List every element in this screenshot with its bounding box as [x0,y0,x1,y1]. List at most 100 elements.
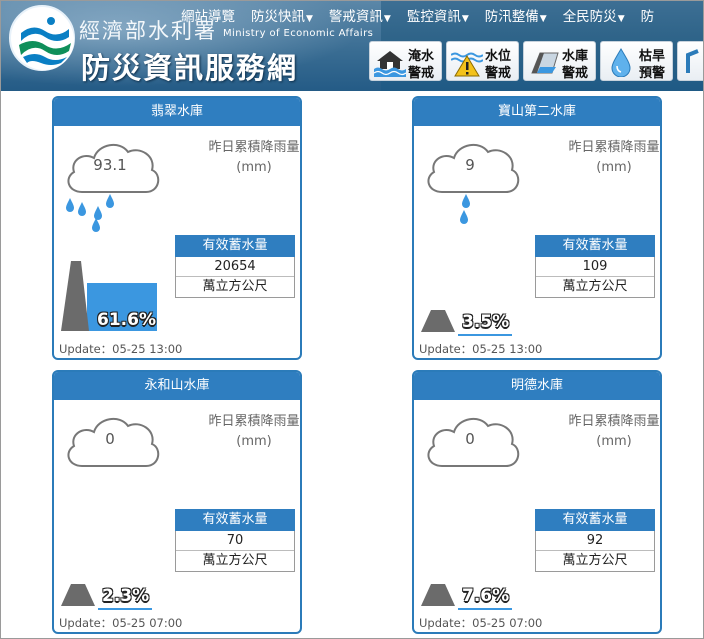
storage-box: 20654 萬立方公尺 [175,257,295,298]
water-level-alert-button[interactable]: 水位 警戒 [446,41,519,81]
storage-panel: 有效蓄水量 109 萬立方公尺 [535,235,655,298]
reservoir-name[interactable]: 永和山水庫 [54,372,300,400]
storage-percent: 61.6% [97,310,156,330]
update-time: Update：05-25 07:00 [419,616,543,630]
reservoir-name[interactable]: 翡翠水庫 [54,98,300,126]
reservoir-icon [531,52,559,74]
rainfall-label-text: 昨日累積降雨量 [568,140,660,155]
rainfall-label: 昨日累積降雨量 (mm) [554,138,660,178]
main-nav: 網站導覽 防災快訊▼ 警戒資訊▼ 監控資訊▼ 防汛整備▼ 全民防災▼ 防 [173,1,662,33]
storage-box: 70 萬立方公尺 [175,531,295,572]
alert-label: 警戒 [562,66,589,81]
storage-title: 有效蓄水量 [535,509,655,531]
rain-drops-icon [460,194,470,224]
storage-box: 92 萬立方公尺 [535,531,655,572]
nav-item-public-prevention[interactable]: 全民防災▼ [555,1,633,33]
nav-item-more[interactable]: 防 [633,1,663,33]
rainfall-label-text: 昨日累積降雨量 [208,140,300,155]
storage-panel: 有效蓄水量 70 萬立方公尺 [175,509,295,572]
water-level-warning-icon [451,52,483,77]
storage-value: 109 [536,257,654,277]
storage-panel: 有效蓄水量 92 萬立方公尺 [535,509,655,572]
storage-value: 70 [176,531,294,551]
update-time: Update：05-25 13:00 [59,342,183,356]
storage-unit: 萬立方公尺 [562,279,628,294]
caret-down-icon: ▼ [461,14,469,24]
water-level-line [98,608,152,610]
nav-label: 防災快訊 [251,9,305,25]
storage-percent: 3.5% [462,312,510,332]
nav-item-disaster-news[interactable]: 防災快訊▼ [243,1,321,33]
storage-title: 有效蓄水量 [175,509,295,531]
rainfall-label: 昨日累積降雨量 (mm) [554,412,660,452]
drought-alert-button[interactable]: 枯旱 預警 [600,41,673,81]
caret-down-icon: ▼ [306,14,313,24]
storage-panel: 有效蓄水量 20654 萬立方公尺 [175,235,295,298]
storage-unit: 萬立方公尺 [202,279,268,294]
nav-item-site-guide[interactable]: 網站導覽 [173,1,243,33]
reservoir-card[interactable]: 永和山水庫 0 昨日累積降雨量 (mm) 有效蓄水量 70 萬立方公尺 2.3% … [52,370,302,634]
nav-label: 警戒資訊 [328,9,383,25]
nav-item-monitor-info[interactable]: 監控資訊▼ [399,1,477,33]
dam-icon [61,261,89,331]
reservoir-card[interactable]: 寶山第二水庫 9 昨日累積降雨量 (mm) 有效蓄水量 109 萬立方公尺 3.5… [412,96,662,360]
rain-drops-icon [66,194,114,232]
wra-logo[interactable] [9,5,75,71]
nav-item-alert-info[interactable]: 警戒資訊▼ [321,1,399,33]
rainfall-unit: (mm) [596,434,632,449]
storage-unit: 萬立方公尺 [562,553,628,568]
storage-box: 109 萬立方公尺 [535,257,655,298]
caret-down-icon: ▼ [617,14,625,24]
storage-value: 92 [536,531,654,551]
nav-label: 全民防災 [562,9,617,25]
site-header: 經濟部水利署 Ministry of Economic Affairs 防災資訊… [1,1,703,91]
reservoir-card[interactable]: 明德水庫 0 昨日累積降雨量 (mm) 有效蓄水量 92 萬立方公尺 7.6% U… [412,370,662,634]
flood-house-icon [374,51,406,77]
alert-buttons: 淹水 警戒 水位 警戒 水庫 警戒 枯旱 預警 [369,41,703,81]
water-drop-icon [611,48,631,77]
storage-value: 20654 [176,257,294,277]
water-level-line [458,334,512,336]
caret-down-icon: ▼ [539,14,547,24]
rainfall-value: 9 [465,156,475,174]
alert-label: 警戒 [408,66,435,81]
site-title[interactable]: 防災資訊服務網 [81,45,298,87]
dam-icon [421,584,455,606]
storage-percent: 7.6% [462,586,510,606]
rainfall-unit: (mm) [596,160,632,175]
rainfall-unit: (mm) [236,434,272,449]
nav-label: 網站導覽 [181,9,235,25]
pipe-icon [686,49,699,73]
more-alert-button[interactable] [677,41,703,81]
wave-logo-icon [14,10,74,70]
dam-icon [421,310,455,332]
rainfall-label-text: 昨日累積降雨量 [568,414,660,429]
nav-label: 防 [640,9,655,25]
nav-label: 監控資訊 [406,9,461,25]
nav-label: 防汛整備 [484,9,539,25]
storage-percent: 2.3% [102,586,150,606]
rainfall-value: 0 [465,430,475,448]
alert-label: 警戒 [485,66,512,81]
flood-alert-button[interactable]: 淹水 警戒 [369,41,442,81]
dam-icon [61,584,95,606]
reservoir-name[interactable]: 寶山第二水庫 [414,98,660,126]
storage-title: 有效蓄水量 [175,235,295,257]
rainfall-value: 93.1 [93,156,127,174]
rainfall-value: 0 [105,430,115,448]
reservoir-name[interactable]: 明德水庫 [414,372,660,400]
storage-title: 有效蓄水量 [535,235,655,257]
rainfall-unit: (mm) [236,160,272,175]
caret-down-icon: ▼ [383,14,391,24]
reservoir-card[interactable]: 翡翠水庫 93.1 昨日累積降雨量 (mm) 有效蓄水量 20654 萬立方公尺 … [52,96,302,360]
storage-unit: 萬立方公尺 [202,553,268,568]
update-time: Update：05-25 13:00 [419,342,543,356]
reservoir-alert-button[interactable]: 水庫 警戒 [523,41,596,81]
nav-item-flood-prep[interactable]: 防汛整備▼ [477,1,555,33]
rainfall-label-text: 昨日累積降雨量 [208,414,300,429]
rainfall-label: 昨日累積降雨量 (mm) [194,138,300,178]
rainfall-label: 昨日累積降雨量 (mm) [194,412,300,452]
update-time: Update：05-25 07:00 [59,616,183,630]
water-level-line [458,608,512,610]
alert-label: 預警 [639,66,666,81]
